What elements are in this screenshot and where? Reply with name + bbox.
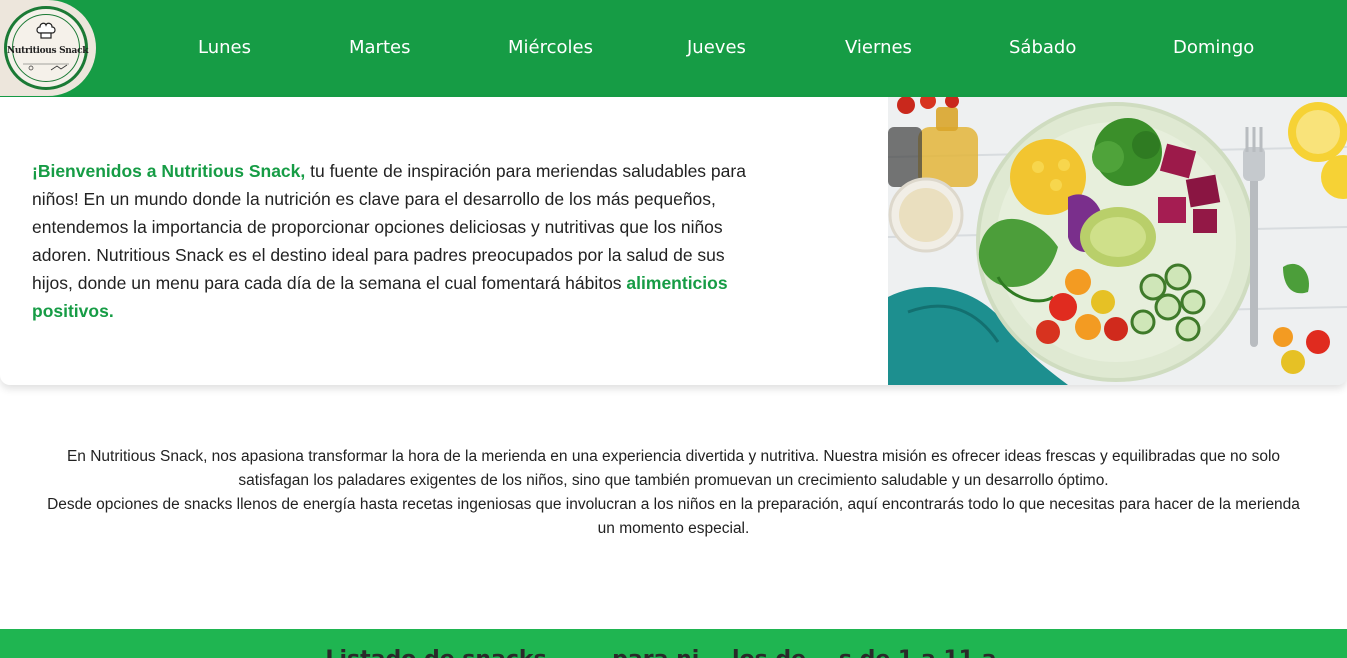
salad-bowl-image bbox=[888, 97, 1347, 385]
logo-decoration bbox=[23, 63, 69, 71]
nav-item-viernes[interactable]: Viernes bbox=[845, 37, 912, 61]
site-logo[interactable]: Nutritious Snack bbox=[0, 0, 96, 96]
site-header: Nutritious Snack Lunes Martes Miércoles … bbox=[0, 0, 1347, 97]
nav-item-domingo[interactable]: Domingo bbox=[1173, 37, 1254, 61]
logo-text: Nutritious Snack bbox=[7, 46, 89, 56]
welcome-card: ¡Bienvenidos a Nutritious Snack, tu fuen… bbox=[0, 97, 1347, 385]
snack-list-title: Listado de snacks ...... para ni... los … bbox=[0, 647, 1347, 658]
nav-item-sabado[interactable]: Sábado bbox=[1009, 37, 1076, 61]
nav-item-jueves[interactable]: Jueves bbox=[687, 37, 746, 61]
mission-paragraph-2: Desde opciones de snacks llenos de energ… bbox=[47, 496, 1300, 537]
salad-illustration bbox=[888, 97, 1347, 385]
nav-item-martes[interactable]: Martes bbox=[349, 37, 410, 61]
nav-item-miercoles[interactable]: Miércoles bbox=[508, 37, 593, 61]
snack-list-band: Listado de snacks ...... para ni... los … bbox=[0, 629, 1347, 658]
mission-section: En Nutritious Snack, nos apasiona transf… bbox=[40, 445, 1307, 541]
nav-item-lunes[interactable]: Lunes bbox=[198, 37, 251, 61]
welcome-text: ¡Bienvenidos a Nutritious Snack, tu fuen… bbox=[32, 157, 762, 325]
logo-ring: Nutritious Snack bbox=[4, 6, 89, 90]
chef-hat-icon bbox=[36, 22, 56, 39]
mission-paragraph-1: En Nutritious Snack, nos apasiona transf… bbox=[66, 448, 1281, 489]
welcome-highlight: ¡Bienvenidos a Nutritious Snack, bbox=[32, 161, 306, 181]
